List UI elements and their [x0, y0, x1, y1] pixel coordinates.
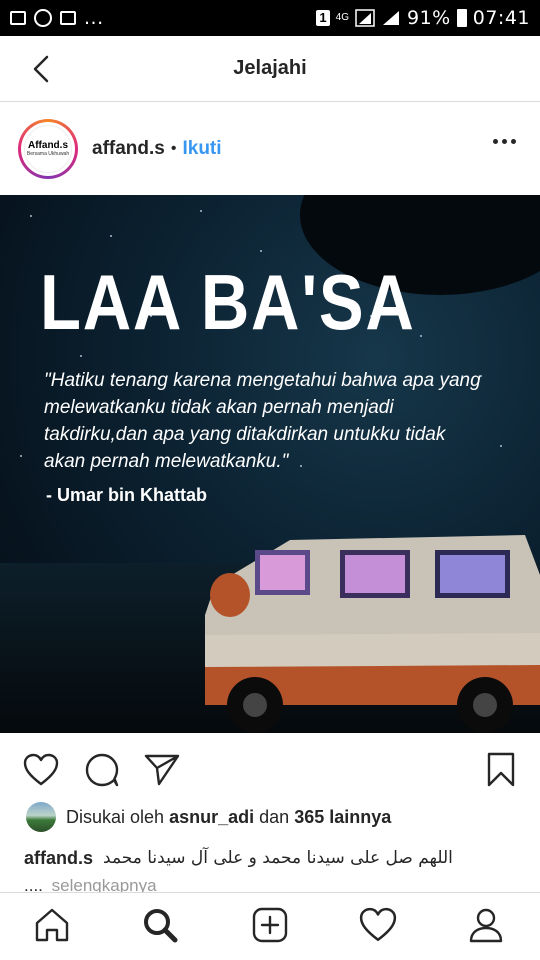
whatsapp-notification-icon [34, 9, 52, 27]
more-notifications-indicator: ... [84, 7, 104, 29]
send-icon[interactable] [143, 751, 181, 789]
page-title: Jelajahi [233, 57, 307, 79]
post-header: Affand.s Bersama Ukhuwah affand.s • Ikut… [0, 103, 540, 195]
activity-heart-icon[interactable] [358, 905, 398, 945]
caption-more[interactable]: .... selengkapnya [24, 876, 157, 893]
image-quote-author: - Umar bin Khattab [46, 485, 208, 505]
heart-icon[interactable] [22, 751, 60, 789]
caption-username[interactable]: affand.s [24, 848, 93, 869]
profile-icon[interactable] [466, 905, 506, 945]
post-caption: affand.s اللهم صل على سيدنا محمد و على آ… [24, 848, 524, 869]
post-image[interactable]: LAA BA'SA "Hatiku tenang karena mengetah… [0, 195, 540, 733]
likes-count[interactable]: 365 lainnya [294, 807, 391, 828]
likes-prefix: Disukai oleh [66, 806, 165, 827]
liker-username[interactable]: asnur_adi [169, 807, 254, 828]
caption-text: اللهم صل على سيدنا محمد و على آل سيدنا م… [103, 848, 453, 868]
clock: 07:41 [472, 7, 530, 29]
see-more-link[interactable]: selengkapnya [52, 876, 157, 893]
add-post-icon[interactable] [250, 905, 290, 945]
battery-icon [456, 9, 467, 27]
more-horizontal-icon[interactable] [493, 139, 516, 144]
signal-icon [355, 9, 375, 27]
network-type: 4G [335, 12, 349, 23]
battery-percentage: 91% [407, 7, 451, 29]
top-bar: Jelajahi [0, 36, 540, 102]
caption-ellipsis: .... [24, 876, 43, 893]
phone-notification-icon [60, 11, 76, 25]
avatar[interactable]: Affand.s Bersama Ukhuwah [18, 119, 78, 179]
likes-summary[interactable]: Disukai oleh asnur_adi dan 365 lainnya [26, 802, 391, 832]
sim-badge: 1 [316, 10, 330, 26]
avatar-logo-text: Affand.s [28, 140, 68, 151]
follow-button[interactable]: Ikuti [182, 138, 221, 160]
bottom-nav [0, 892, 540, 960]
chevron-left-icon[interactable] [26, 54, 56, 84]
separator-dot: • [170, 140, 177, 157]
status-bar: ... 1 4G 91% 07:41 [0, 0, 540, 36]
likes-middle: dan [259, 806, 290, 827]
liker-avatar [26, 802, 56, 832]
image-quote: "Hatiku tenang karena mengetahui bahwa a… [44, 370, 481, 472]
avatar-logo-subtext: Bersama Ukhuwah [26, 151, 70, 157]
comment-icon[interactable] [83, 751, 121, 789]
van-illustration [205, 535, 540, 733]
image-headline: LAA BA'SA [40, 258, 416, 346]
bookmark-icon[interactable] [482, 751, 520, 789]
post-actions [0, 733, 540, 805]
signal-strength-icon [383, 11, 399, 25]
home-icon[interactable] [32, 905, 72, 945]
gallery-notification-icon [10, 11, 26, 25]
post-username[interactable]: affand.s [92, 138, 165, 160]
search-icon[interactable] [140, 905, 180, 945]
avatar-logo: Affand.s Bersama Ukhuwah [24, 125, 72, 173]
